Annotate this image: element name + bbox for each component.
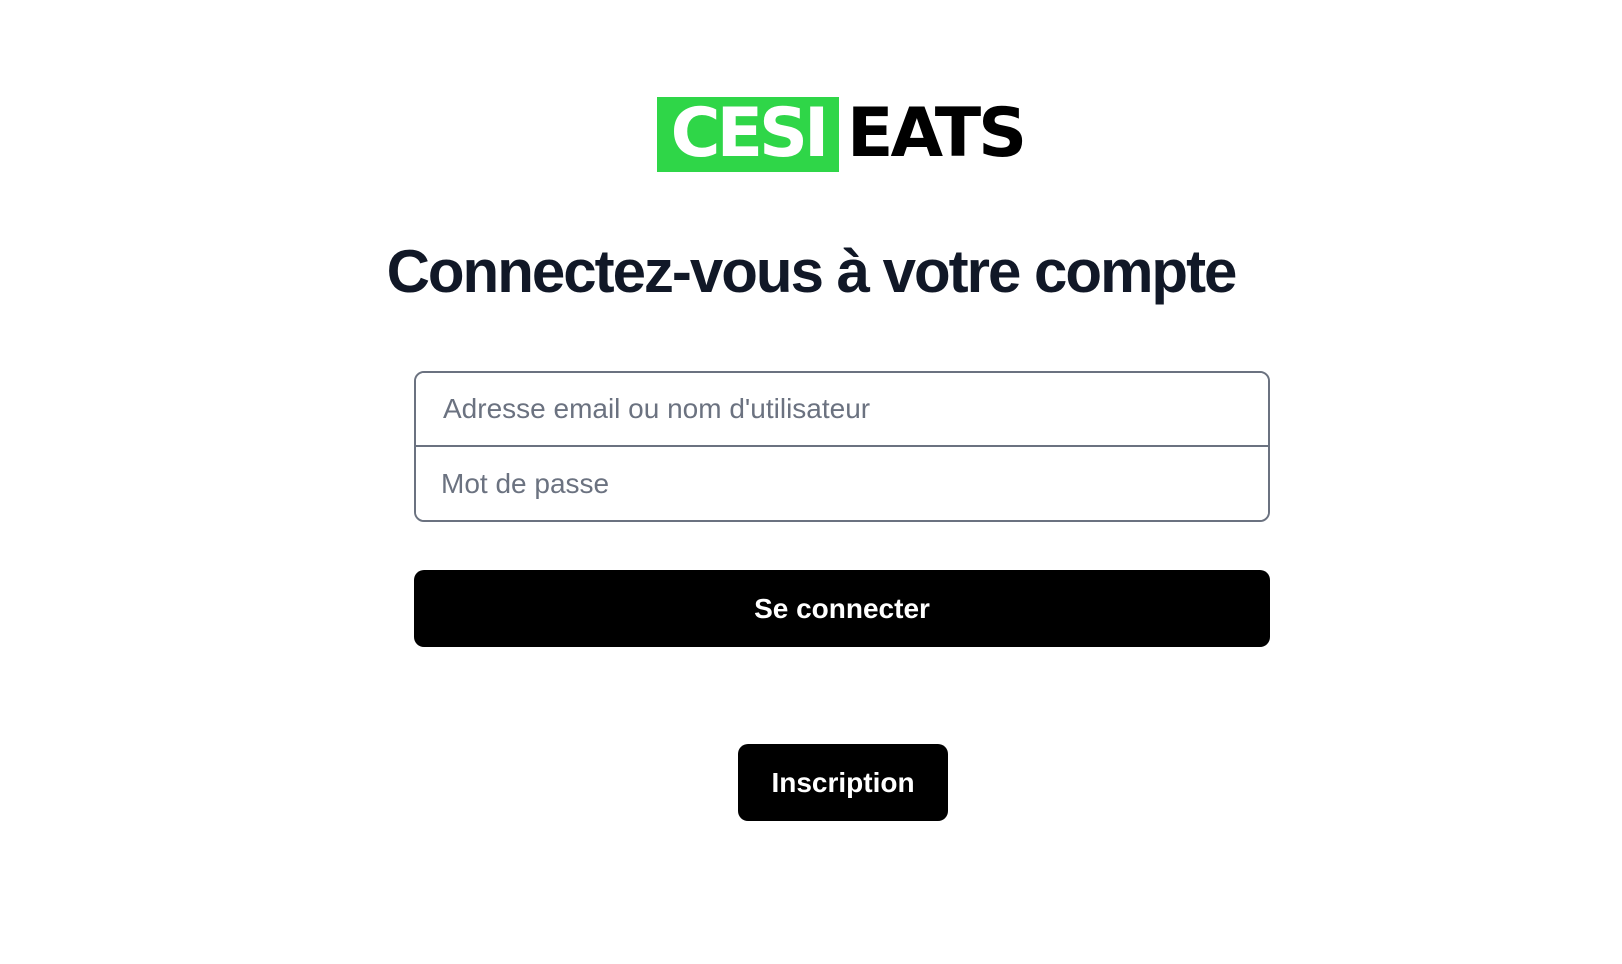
login-page: CESI EATS Connectez-vous à votre compte … [0, 0, 1622, 964]
signup-button[interactable]: Inscription [738, 744, 948, 821]
logo-eats-text: EATS [847, 94, 1027, 173]
email-username-field[interactable] [416, 373, 1268, 447]
cesi-eats-logo: CESI EATS [657, 94, 1027, 173]
page-title: Connectez-vous à votre compte [386, 238, 1238, 305]
login-form [414, 371, 1270, 522]
logo-cesi-text: CESI [657, 96, 839, 172]
password-field[interactable] [416, 447, 1268, 520]
login-button[interactable]: Se connecter [414, 570, 1270, 647]
